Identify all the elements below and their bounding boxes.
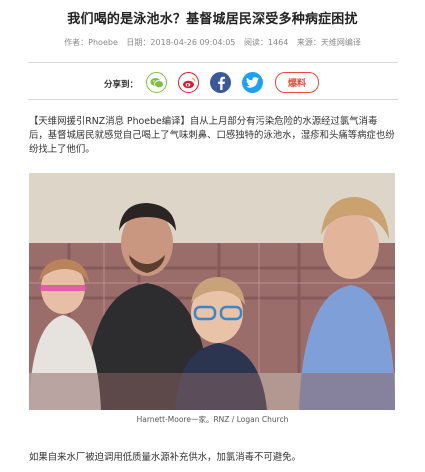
twitter-icon [246, 77, 259, 88]
article-title: 我们喝的是泳池水？基督城居民深受多种病症困扰 [67, 12, 358, 27]
facebook-icon [217, 76, 225, 90]
weibo-icon [182, 77, 196, 88]
share-bar: 分享到： 爆料 [0, 71, 425, 97]
wechat-icon [150, 77, 164, 88]
divider-top [28, 62, 398, 63]
meta-date: 日期：2018-04-26 09:04:05 [126, 38, 236, 47]
photo-caption: Harnett-Moore一家。RNZ / Logan Church [136, 415, 289, 424]
twitter-share-button[interactable] [242, 72, 263, 93]
article-intro: 【天维网援引RNZ消息 Phoebe编译】自从上月部分有污染危险的水源经过氯气消… [29, 116, 395, 155]
meta-source: 来源：天维网编译 [296, 38, 361, 47]
article-meta: 作者：Phoebe 日期：2018-04-26 09:04:05 阅读：1464… [0, 37, 425, 48]
weibo-share-button[interactable] [178, 72, 199, 93]
report-button[interactable]: 爆料 [275, 72, 319, 93]
facebook-share-button[interactable] [210, 72, 231, 93]
meta-author: 作者：Phoebe [64, 38, 118, 47]
meta-views: 阅读：1464 [243, 38, 289, 47]
wechat-share-button[interactable] [146, 72, 167, 93]
share-label: 分享到： [104, 80, 139, 90]
article-photo [29, 173, 395, 410]
divider-share [28, 99, 398, 100]
article-body-line: 如果自来水厂被迫调用低质量水源补充供水，加氯消毒不可避免。 [29, 452, 301, 463]
family-photo-image [29, 173, 395, 410]
